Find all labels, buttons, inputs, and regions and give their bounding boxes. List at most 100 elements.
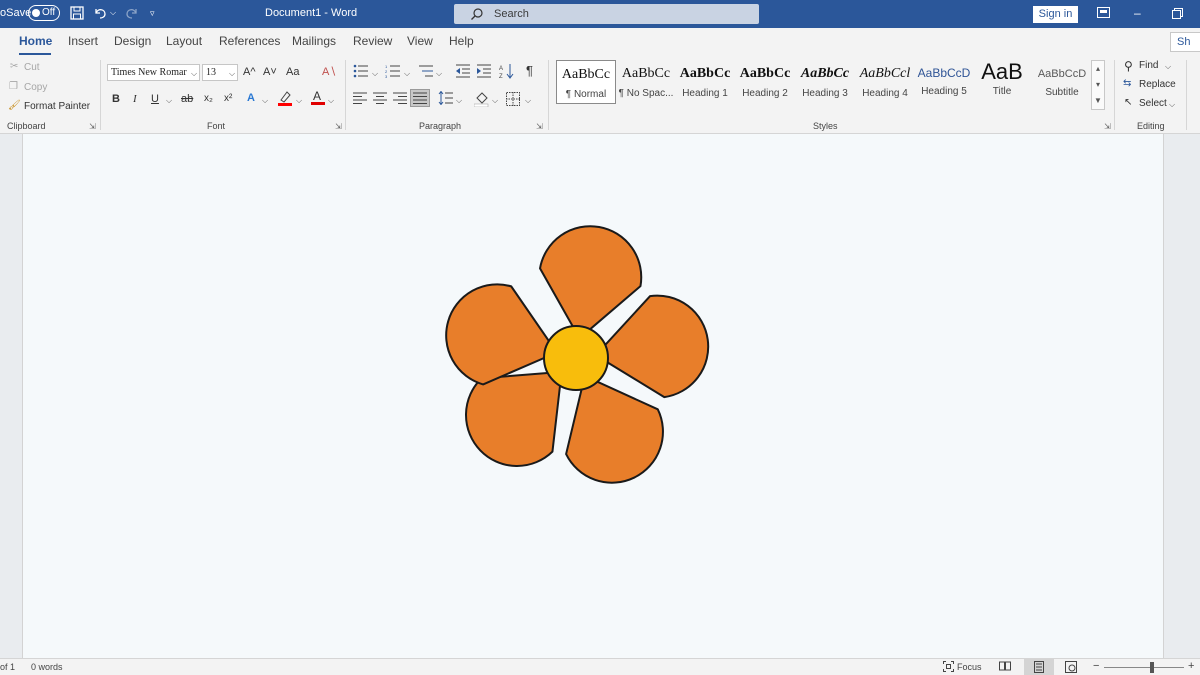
tab-mailings[interactable]: Mailings [292,34,336,48]
styles-launcher-icon[interactable]: ⇲ [1104,122,1111,131]
numbering-dropdown-icon[interactable]: ⌵ [404,69,410,79]
page-count[interactable]: of 1 [0,662,15,672]
redo-icon[interactable] [124,5,142,23]
flower-center[interactable] [543,325,609,391]
sign-in-button[interactable]: Sign in [1033,6,1078,23]
clear-format-icon[interactable]: A∖ [322,65,336,79]
style-subtitle[interactable]: AaBbCcD Subtitle [1032,60,1092,104]
format-painter-button[interactable]: Format Painter [24,101,90,112]
align-left-icon[interactable] [353,92,367,108]
copy-icon[interactable]: ❐ [9,81,18,92]
tab-help[interactable]: Help [449,34,474,48]
bullets-icon[interactable] [353,64,369,82]
style-heading-5[interactable]: AaBbCcD Heading 5 [914,60,974,104]
copy-button[interactable]: Copy [24,82,47,93]
print-layout-button[interactable] [1024,659,1054,675]
flower-petal[interactable] [445,283,558,386]
increase-indent-icon[interactable] [476,64,492,82]
shading-icon[interactable] [473,91,490,111]
line-spacing-icon[interactable] [438,90,454,109]
web-layout-icon[interactable] [1065,661,1077,675]
scroll-down-icon[interactable]: ▾ [1092,77,1104,93]
clipboard-launcher-icon[interactable]: ⇲ [89,122,96,131]
share-button[interactable]: Sh [1170,32,1200,52]
focus-icon[interactable] [943,661,954,674]
customize-icon[interactable]: ▿ [150,8,168,26]
flower-petal[interactable] [565,374,664,484]
text-effects-dropdown-icon[interactable]: ⌵ [262,96,268,106]
superscript-button[interactable]: x² [224,92,232,106]
subscript-button[interactable]: x₂ [204,92,213,106]
zoom-out-button[interactable]: − [1093,660,1099,672]
sort-icon[interactable]: AZ [499,63,515,83]
tab-layout[interactable]: Layout [166,34,202,48]
tab-home[interactable]: Home [19,34,52,48]
multilevel-dropdown-icon[interactable]: ⌵ [436,69,442,79]
multilevel-icon[interactable] [418,64,434,82]
tab-insert[interactable]: Insert [68,34,98,48]
strikethrough-button[interactable]: ab [181,92,193,106]
underline-dropdown-icon[interactable]: ⌵ [166,96,172,106]
style-title[interactable]: AaB Title [972,60,1032,104]
scroll-up-icon[interactable]: ▴ [1092,61,1104,77]
pilcrow-icon[interactable]: ¶ [526,64,533,78]
style-heading-3[interactable]: AaBbCc Heading 3 [795,60,855,104]
select-dropdown-icon[interactable]: ⌵ [1169,100,1175,110]
change-case-button[interactable]: Aa [286,65,299,79]
cut-icon[interactable]: ✂ [10,61,18,72]
highlight-dropdown-icon[interactable]: ⌵ [296,96,302,106]
bold-button[interactable]: B [112,92,120,106]
style-normal[interactable]: AaBbCc ¶ Normal [556,60,616,104]
select-button[interactable]: Select [1139,98,1167,109]
highlight-icon[interactable] [278,90,292,110]
font-family-select[interactable]: Times New Romar [107,64,200,81]
restore-icon[interactable] [1172,8,1183,22]
align-center-icon[interactable] [373,92,387,108]
font-color-dropdown-icon[interactable]: ⌵ [328,96,334,106]
find-dropdown-icon[interactable]: ⌵ [1165,62,1171,72]
document-page[interactable] [22,134,1164,658]
search-box[interactable]: Search [454,4,759,24]
paragraph-launcher-icon[interactable]: ⇲ [536,122,543,131]
undo-icon[interactable] [92,5,110,23]
bullets-dropdown-icon[interactable]: ⌵ [372,69,378,79]
font-color-icon[interactable]: A [311,89,325,109]
flower-shape[interactable] [23,134,1165,658]
more-styles-icon[interactable]: ▼ [1092,93,1104,109]
ribbon-display-icon[interactable] [1097,7,1110,21]
tab-review[interactable]: Review [353,34,392,48]
autosave-toggle[interactable]: Off [28,5,60,21]
replace-icon[interactable]: ⇆ [1123,78,1131,89]
select-icon[interactable]: ↖ [1124,97,1132,108]
shading-dropdown-icon[interactable]: ⌵ [492,96,498,106]
zoom-slider-track[interactable] [1104,667,1184,668]
style-heading-2[interactable]: AaBbCc Heading 2 [735,60,795,104]
borders-icon[interactable] [506,92,520,110]
grow-font-icon[interactable]: A^ [243,65,256,79]
text-effects-icon[interactable]: A [247,91,255,105]
line-spacing-dropdown-icon[interactable]: ⌵ [456,96,462,106]
style-no-spacing[interactable]: AaBbCc ¶ No Spac... [616,60,676,104]
minimize-icon[interactable]: – [1134,6,1141,20]
tab-view[interactable]: View [407,34,433,48]
styles-gallery-scroll[interactable]: ▴ ▾ ▼ [1091,60,1105,110]
style-heading-4[interactable]: AaBbCcl Heading 4 [855,60,915,104]
style-heading-1[interactable]: AaBbCc Heading 1 [675,60,735,104]
align-right-icon[interactable] [393,92,407,108]
read-mode-icon[interactable] [999,661,1011,673]
decrease-indent-icon[interactable] [455,64,471,82]
underline-button[interactable]: U [151,92,159,106]
format-painter-icon[interactable]: 🖌 [8,100,21,111]
justify-icon[interactable] [410,89,430,107]
font-family-dropdown-icon[interactable]: ⌵ [191,69,197,79]
borders-dropdown-icon[interactable]: ⌵ [525,96,531,106]
shrink-font-icon[interactable]: A˅ [263,65,277,79]
zoom-slider-thumb[interactable] [1150,662,1154,673]
italic-button[interactable]: I [133,92,137,106]
cut-button[interactable]: Cut [24,62,40,73]
tab-design[interactable]: Design [114,34,151,48]
flower-petal[interactable] [464,370,563,468]
find-button[interactable]: Find [1139,60,1158,71]
zoom-in-button[interactable]: + [1188,660,1194,672]
font-size-dropdown-icon[interactable]: ⌵ [229,69,235,79]
